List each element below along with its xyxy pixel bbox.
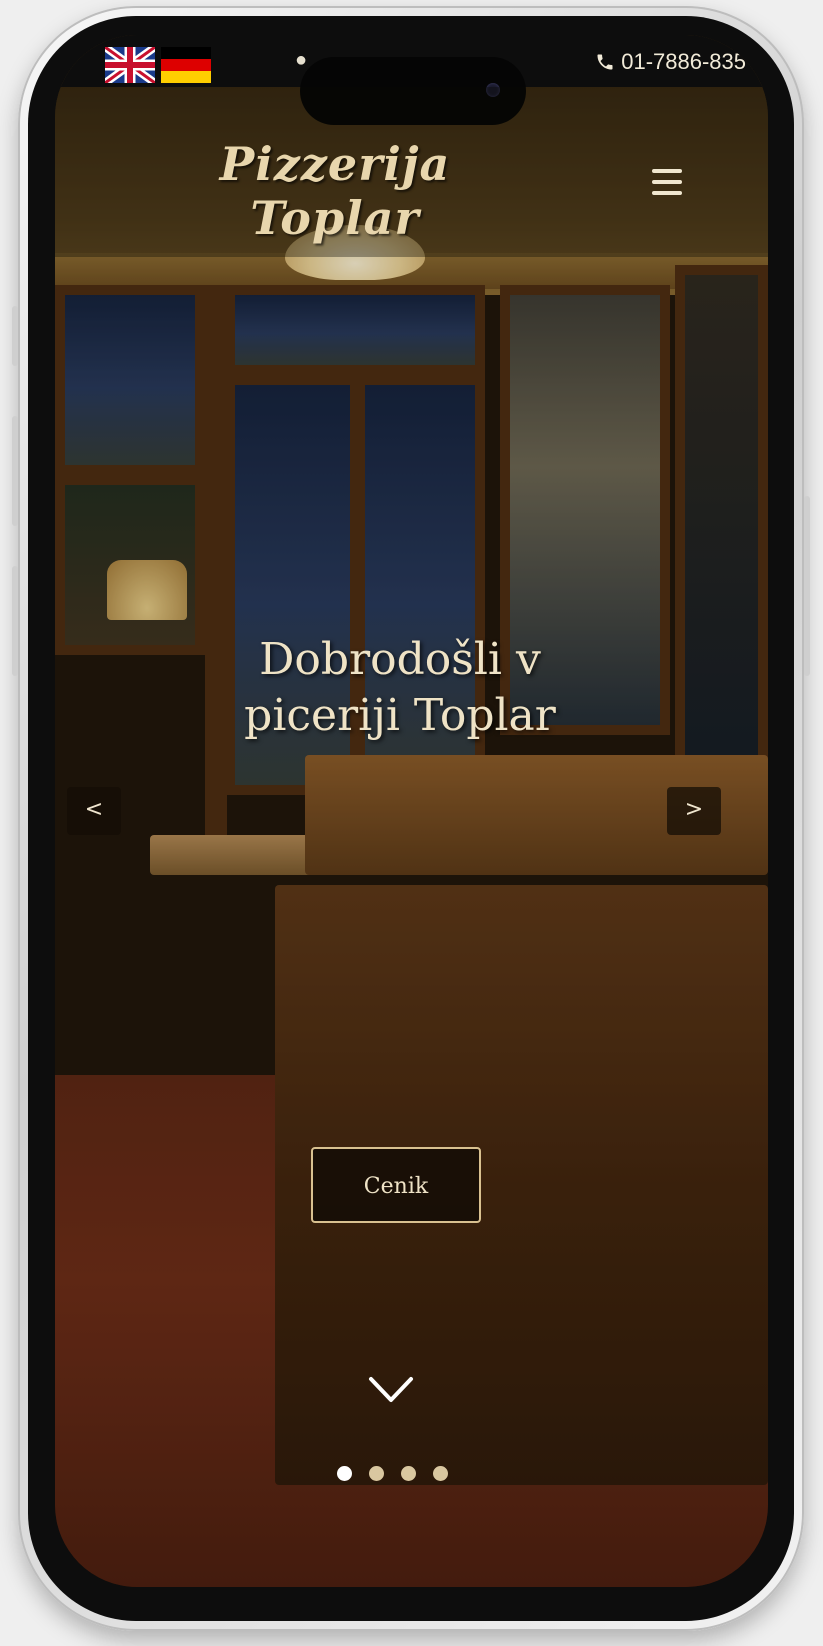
chevron-down-icon[interactable] (368, 1375, 414, 1405)
slider-dot-1[interactable] (337, 1466, 352, 1481)
cenik-button[interactable]: Cenik (311, 1147, 481, 1223)
de-flag-icon[interactable] (161, 47, 211, 83)
slider-prev-button[interactable]: < (67, 787, 121, 835)
hero-overlay (55, 35, 768, 1587)
uk-flag-icon[interactable] (105, 47, 155, 83)
hamburger-menu-icon[interactable] (652, 169, 682, 195)
phone-link[interactable]: 01-7886-835 (595, 49, 746, 75)
hero-title-line-2: piceriji Toplar (244, 690, 556, 741)
map-pin-icon: ● (295, 49, 308, 71)
hero-title: Dobrodošli v piceriji Toplar (175, 632, 625, 744)
phone-side-button (12, 306, 18, 366)
phone-number: 01-7886-835 (621, 49, 746, 74)
phone-screen: ● 01-7886-835 Pizzerija Toplar Dobrodošl… (55, 35, 768, 1587)
slider-pagination (337, 1466, 465, 1482)
phone-power-button (804, 496, 810, 676)
slider-dot-2[interactable] (369, 1466, 384, 1481)
site-header: Pizzerija Toplar (55, 87, 768, 257)
topbar-location[interactable]: ● (295, 49, 307, 72)
phone-icon (597, 54, 613, 70)
hero-title-line-1: Dobrodošli v (259, 634, 541, 685)
phone-volume-up-button (12, 416, 18, 526)
slider-dot-3[interactable] (401, 1466, 416, 1481)
slider-dot-4[interactable] (433, 1466, 448, 1481)
hero-background-image (55, 35, 768, 1587)
phone-volume-down-button (12, 566, 18, 676)
slider-next-button[interactable]: > (667, 787, 721, 835)
site-logo[interactable]: Pizzerija Toplar (145, 137, 525, 245)
